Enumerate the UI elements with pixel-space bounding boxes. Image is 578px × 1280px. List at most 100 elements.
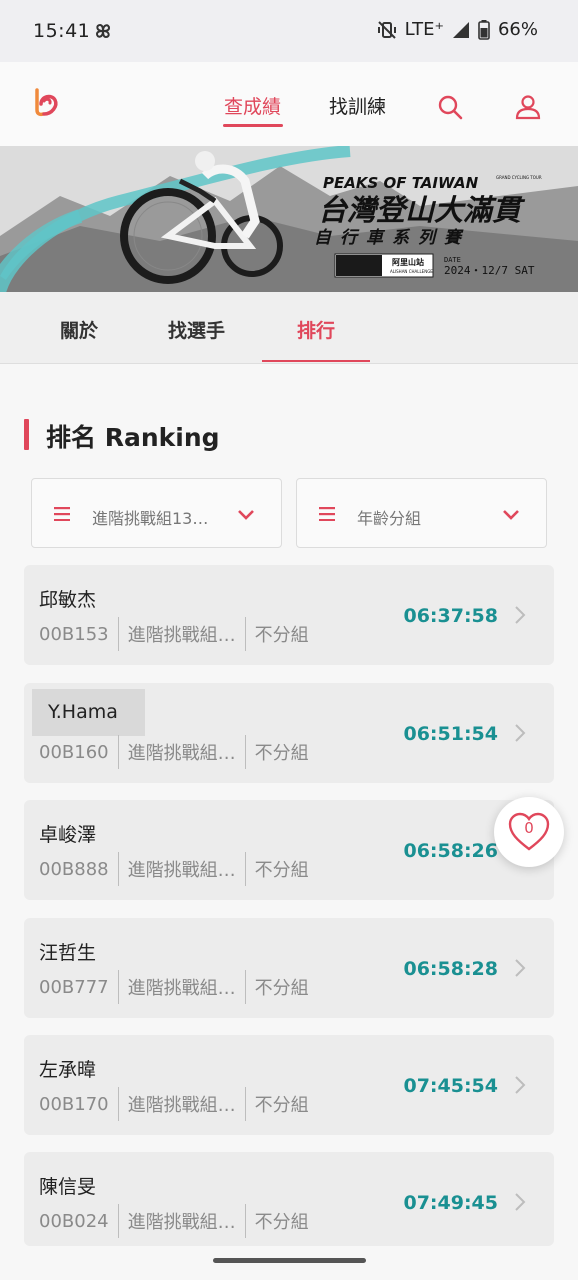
chevron-right-icon	[515, 606, 526, 624]
athlete-meta: 00B160 進階挑戰組… 不分組	[39, 735, 309, 769]
banner-subtitle: 自行車系列賽	[314, 228, 470, 248]
bib-number: 00B777	[39, 976, 109, 998]
app-header: 查成績 找訓練	[0, 62, 578, 146]
category: 進階挑戰組…	[127, 625, 236, 646]
divider	[117, 1087, 119, 1121]
status-icons: LTE⁺ 66%	[377, 19, 538, 40]
category: 進階挑戰組…	[127, 860, 236, 881]
tab-find-training[interactable]: 找訓練	[329, 92, 386, 119]
divider	[117, 735, 119, 769]
chevron-right-icon	[515, 1193, 526, 1211]
logo-icon[interactable]	[28, 84, 64, 120]
banner-sponsor-sub: ALISHAN CHALLENGE	[390, 269, 433, 274]
fan-icon	[95, 23, 111, 39]
age-group-filter-value: 年齡分組	[357, 509, 422, 528]
age-group: 不分組	[254, 1095, 309, 1116]
result-row[interactable]: 左承暐 00B170 進階挑戰組… 不分組 07:45:54	[24, 1035, 554, 1135]
athlete-meta: 00B777 進階挑戰組… 不分組	[39, 970, 309, 1004]
age-group-filter[interactable]: 年齡分組	[296, 478, 547, 548]
chevron-down-icon	[238, 510, 254, 520]
athlete-meta: 00B888 進階挑戰組… 不分組	[39, 852, 309, 886]
banner-brand-small: GRAND CYCLING TOUR	[496, 175, 542, 180]
divider	[244, 735, 246, 769]
tab-active-underline	[223, 124, 283, 127]
category: 進階挑戰組…	[127, 743, 236, 764]
bib-number: 00B153	[39, 623, 109, 645]
status-time: 15:41	[33, 20, 91, 42]
age-group: 不分組	[254, 978, 309, 999]
athlete-name: 陳信旻	[39, 1176, 97, 1198]
bib-number: 00B024	[39, 1210, 109, 1232]
category: 進階挑戰組…	[127, 1212, 236, 1233]
category: 進階挑戰組…	[127, 978, 236, 999]
signal-icon	[452, 21, 469, 38]
finish-time: 06:51:54	[403, 723, 498, 745]
vibrate-off-icon	[377, 20, 396, 39]
bib-number: 00B170	[39, 1093, 109, 1115]
divider	[117, 617, 119, 651]
network-type: LTE⁺	[404, 19, 444, 40]
banner-title: 台灣登山大滿貫	[318, 193, 526, 227]
search-icon[interactable]	[437, 94, 463, 120]
banner-date-label: DATE	[444, 256, 461, 264]
finish-time: 06:37:58	[403, 605, 498, 627]
chevron-right-icon	[515, 724, 526, 742]
sub-tabs: 關於 找選手 排行	[0, 292, 578, 364]
menu-icon	[319, 507, 335, 521]
finish-time: 07:49:45	[403, 1192, 498, 1214]
battery-level: 66%	[497, 19, 538, 40]
banner-sponsor: 阿里山站	[392, 257, 424, 267]
chevron-right-icon	[515, 1076, 526, 1094]
athlete-meta: 00B153 進階挑戰組… 不分組	[39, 617, 309, 651]
athlete-name: 汪哲生	[39, 942, 97, 964]
chevron-right-icon	[515, 959, 526, 977]
age-group: 不分組	[254, 1212, 309, 1233]
divider	[244, 852, 246, 886]
finish-time: 07:45:54	[403, 1075, 498, 1097]
divider	[244, 617, 246, 651]
athlete-name: 左承暐	[39, 1059, 97, 1081]
age-group: 不分組	[254, 625, 309, 646]
age-group: 不分組	[254, 743, 309, 764]
section-accent-bar	[24, 419, 29, 450]
divider	[244, 1087, 246, 1121]
result-row[interactable]: Y.Hama 00B160 進階挑戰組… 不分組 06:51:54	[24, 683, 554, 783]
banner-brand: PEAKS OF TAIWAN	[323, 174, 479, 192]
athlete-name: Y.Hama	[48, 701, 118, 723]
category: 進階挑戰組…	[127, 1095, 236, 1116]
status-bar: 15:41 LTE⁺ 66%	[0, 0, 578, 62]
favorite-count: 0	[524, 819, 534, 837]
ranking-title: 排名 Ranking	[46, 423, 220, 452]
age-group: 不分組	[254, 860, 309, 881]
athlete-meta: 00B024 進階挑戰組… 不分組	[39, 1204, 309, 1238]
bib-number: 00B888	[39, 858, 109, 880]
divider	[117, 970, 119, 1004]
tab-search-results[interactable]: 查成績	[224, 92, 281, 119]
result-row[interactable]: 邱敏杰 00B153 進階挑戰組… 不分組 06:37:58	[24, 565, 554, 665]
home-indicator[interactable]	[213, 1258, 366, 1263]
category-filter-value: 進階挑戰組13…	[92, 509, 209, 528]
divider	[117, 1204, 119, 1238]
menu-icon	[54, 507, 70, 521]
chevron-down-icon	[503, 510, 519, 520]
result-row[interactable]: 卓峻澤 00B888 進階挑戰組… 不分組 06:58:26	[24, 800, 554, 900]
subtab-find-athlete[interactable]: 找選手	[168, 316, 225, 343]
athlete-meta: 00B170 進階挑戰組… 不分組	[39, 1087, 309, 1121]
result-row[interactable]: 陳信旻 00B024 進階挑戰組… 不分組 07:49:45	[24, 1152, 554, 1246]
banner-artwork: PEAKS OF TAIWAN GRAND CYCLING TOUR 台灣登山大…	[0, 146, 578, 292]
subtab-about[interactable]: 關於	[60, 316, 98, 343]
athlete-name: 卓峻澤	[39, 824, 97, 846]
user-icon[interactable]	[515, 94, 541, 120]
event-banner[interactable]: PEAKS OF TAIWAN GRAND CYCLING TOUR 台灣登山大…	[0, 146, 578, 292]
bib-number: 00B160	[39, 741, 109, 763]
finish-time: 06:58:26	[403, 840, 498, 862]
banner-date: 2024・12/7 SAT	[444, 264, 535, 277]
athlete-name: 邱敏杰	[39, 589, 97, 611]
divider	[244, 1204, 246, 1238]
favorite-button[interactable]: 0	[494, 797, 564, 867]
divider	[244, 970, 246, 1004]
result-row[interactable]: 汪哲生 00B777 進階挑戰組… 不分組 06:58:28	[24, 918, 554, 1018]
category-filter[interactable]: 進階挑戰組13…	[31, 478, 282, 548]
subtab-ranking[interactable]: 排行	[297, 316, 335, 343]
subtab-active-underline	[262, 360, 370, 362]
